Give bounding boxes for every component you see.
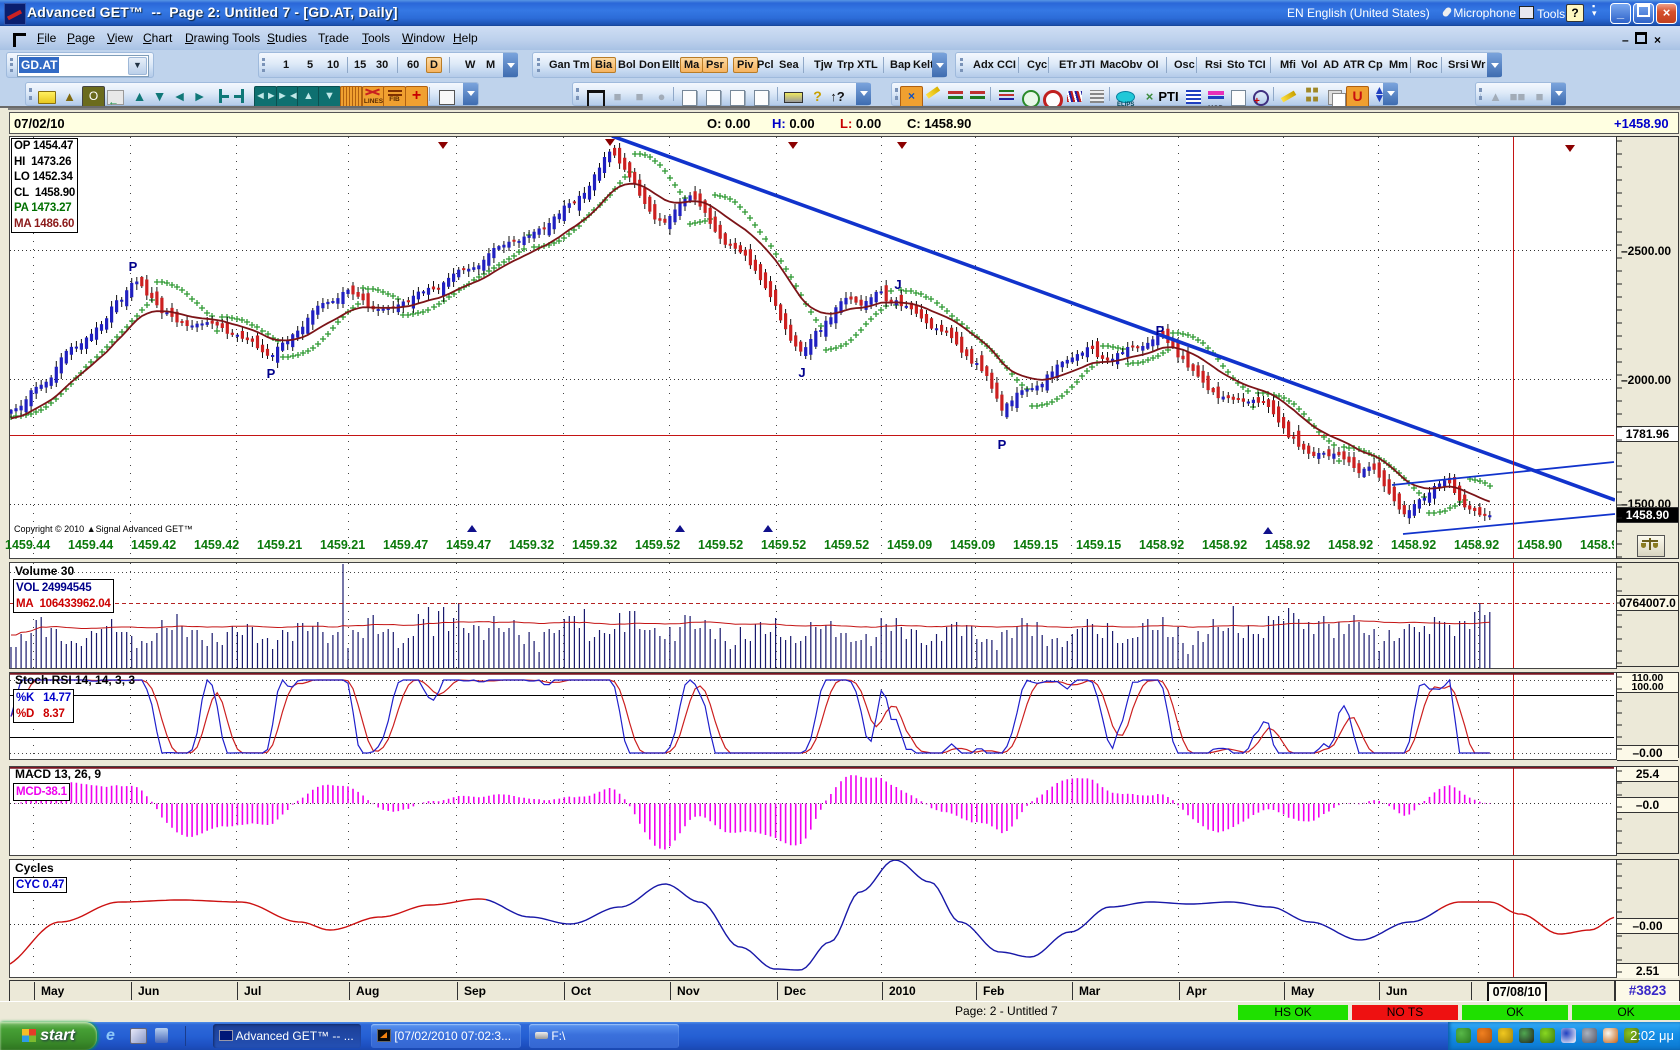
- svg-text:P: P: [267, 366, 276, 381]
- svg-text:J: J: [798, 365, 805, 380]
- svg-text:P: P: [129, 259, 138, 274]
- svg-text:P: P: [1156, 323, 1165, 338]
- svg-text:J: J: [894, 277, 901, 292]
- svg-text:P: P: [998, 437, 1007, 452]
